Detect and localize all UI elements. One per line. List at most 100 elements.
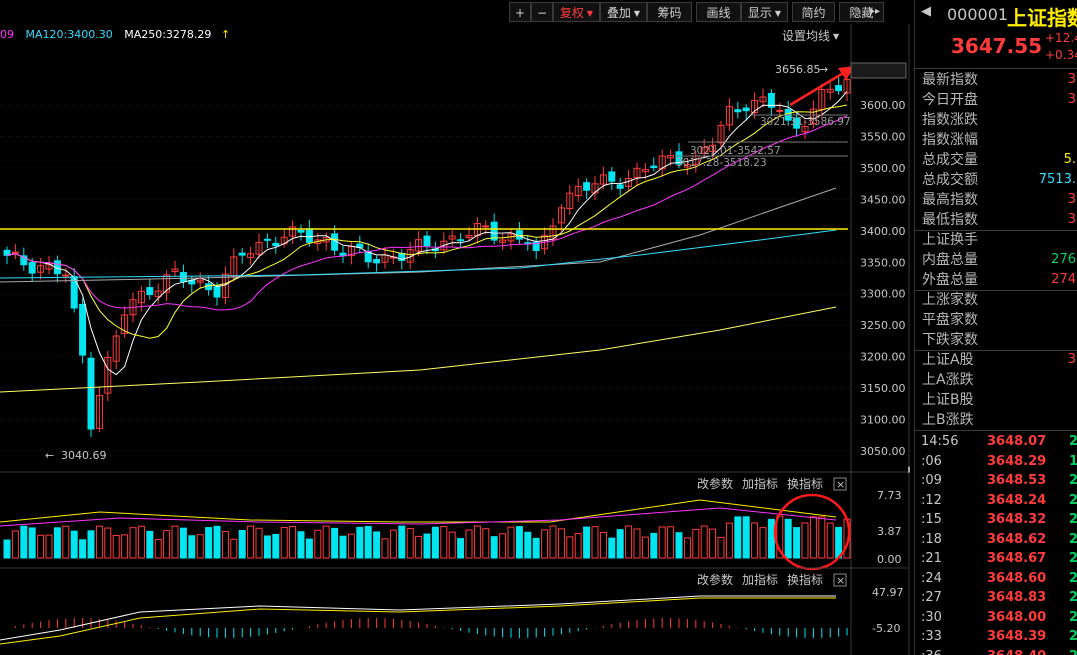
quote-stat-label: 今日开盘 — [922, 92, 978, 108]
macd-change-params-button[interactable]: 改参数 — [697, 572, 733, 587]
volume-bar — [121, 534, 129, 559]
volume-bar — [700, 525, 708, 559]
tick-price: 3648.40 — [987, 647, 1046, 655]
volume-bar — [104, 527, 112, 559]
volume-bar — [482, 528, 490, 559]
y-axis-tick-label: 3600.00 — [860, 99, 906, 112]
candle-body — [79, 303, 87, 356]
quote-stat-row: 最低指数 3 — [915, 210, 1077, 230]
quote-stat-label: 指数涨跌 — [922, 112, 978, 128]
splitter-bar[interactable] — [908, 24, 910, 655]
volume-bar — [549, 525, 557, 559]
quote-stat-row: 指数涨幅 — [915, 130, 1077, 150]
tick-time: :18 — [921, 531, 942, 547]
volume-bar — [415, 535, 423, 559]
volume-bar — [767, 518, 775, 559]
tick-row[interactable]: 14:56 3648.07 2 — [915, 432, 1077, 452]
divider — [915, 430, 1077, 431]
vol-ma-line — [0, 499, 837, 523]
volume-bar — [3, 539, 11, 559]
y-axis-tick-label: 3250.00 — [860, 319, 906, 332]
volume-bar — [440, 526, 448, 559]
tick-vol: 2 — [1069, 530, 1077, 550]
volume-bar — [305, 538, 313, 559]
quote-stat-row: 总成交量 5. — [915, 150, 1077, 170]
volume-bar — [188, 535, 196, 559]
volume-bar — [154, 539, 162, 559]
volume-bar — [809, 516, 817, 559]
tick-price: 3648.53 — [987, 473, 1047, 488]
candle-body — [11, 251, 19, 254]
volume-bar — [28, 527, 36, 559]
quote-stat-label: 上证A股 — [922, 352, 974, 368]
tick-row[interactable]: :12 3648.24 2 — [915, 491, 1077, 511]
candle-body — [583, 182, 591, 191]
macd-switch-indicator-button[interactable]: 换指标 — [787, 572, 823, 587]
tick-time: :15 — [921, 512, 942, 527]
quote-stat-label: 总成交量 — [922, 152, 978, 168]
candle-body — [272, 242, 280, 247]
volume-bar — [583, 526, 591, 559]
volume-bar — [11, 530, 19, 559]
volume-bar — [524, 531, 532, 559]
vol-change-params-button[interactable]: 改参数 — [697, 476, 733, 491]
volume-bar — [314, 529, 322, 559]
tick-row[interactable]: :36 3648.40 2 — [915, 647, 1077, 655]
volume-bar — [818, 516, 826, 559]
volume-bar — [717, 536, 725, 559]
volume-bar — [683, 537, 691, 559]
tick-row[interactable]: :21 3648.67 2 — [915, 549, 1077, 569]
collapse-left-icon[interactable]: ◀ — [921, 4, 931, 19]
tick-row[interactable]: :18 3648.62 2 — [915, 530, 1077, 550]
candle-body — [179, 272, 187, 283]
quote-stat-value: 3 — [1067, 192, 1076, 207]
volume-bar — [574, 533, 582, 559]
candle-body — [213, 286, 221, 298]
vol-axis-tick-label: 0.00 — [877, 553, 902, 566]
volume-bar — [448, 531, 456, 559]
candle-body — [373, 258, 381, 264]
range-label-2: 3017.28-3518.23 — [676, 157, 767, 169]
vol-add-indicator-button[interactable]: 加指标 — [742, 476, 778, 491]
volume-bar — [499, 533, 507, 559]
candle-body — [62, 274, 70, 277]
quote-stat-row: 上A涨跌 — [915, 370, 1077, 390]
quote-stat-label: 总成交额 — [922, 172, 978, 188]
tick-time: :36 — [921, 647, 942, 655]
quote-stat-row: 外盘总量 274 — [915, 270, 1077, 290]
tick-price: 3648.24 — [987, 492, 1047, 508]
volume-bar — [507, 526, 515, 559]
vol-switch-indicator-button[interactable]: 换指标 — [787, 476, 823, 491]
quote-stat-value: 3 — [1067, 72, 1076, 87]
volume-bar — [557, 528, 565, 559]
candle-body — [616, 184, 624, 189]
collapse-arrow-icon[interactable]: ▶ — [908, 465, 910, 475]
tick-row[interactable]: :15 3648.32 2 — [915, 510, 1077, 530]
volume-bar — [423, 533, 431, 559]
tick-time: :09 — [921, 473, 942, 488]
quote-stat-label: 上A涨跌 — [922, 372, 974, 388]
macd-add-indicator-button[interactable]: 加指标 — [742, 572, 778, 587]
volume-bar — [759, 527, 767, 559]
tick-row[interactable]: :09 3648.53 2 — [915, 471, 1077, 491]
quote-stat-label: 下跌家数 — [922, 332, 978, 348]
tick-row[interactable]: :30 3648.00 2 — [915, 608, 1077, 628]
candle-body — [28, 262, 36, 274]
kline-chart[interactable]: 3642.563600.003550.003500.003450.003400.… — [0, 0, 910, 655]
candle-body — [457, 239, 465, 242]
volume-bar — [641, 536, 649, 559]
tick-row[interactable]: :24 3648.60 2 — [915, 569, 1077, 589]
volume-bar — [431, 526, 439, 559]
divider — [915, 68, 1077, 69]
quote-stat-label: 最新指数 — [922, 72, 978, 88]
volume-bar — [356, 526, 364, 559]
quote-stat-row: 上证A股 3 — [915, 350, 1077, 370]
tick-row[interactable]: :33 3648.39 2 — [915, 627, 1077, 647]
quote-stat-value: 3 — [1067, 92, 1076, 107]
tick-row[interactable]: :27 3648.83 2 — [915, 588, 1077, 608]
tick-row[interactable]: :06 3648.29 1 — [915, 452, 1077, 472]
volume-bar — [692, 528, 700, 559]
tick-time: :33 — [921, 629, 942, 644]
volume-bar — [53, 527, 61, 559]
ma250-line — [0, 306, 837, 393]
